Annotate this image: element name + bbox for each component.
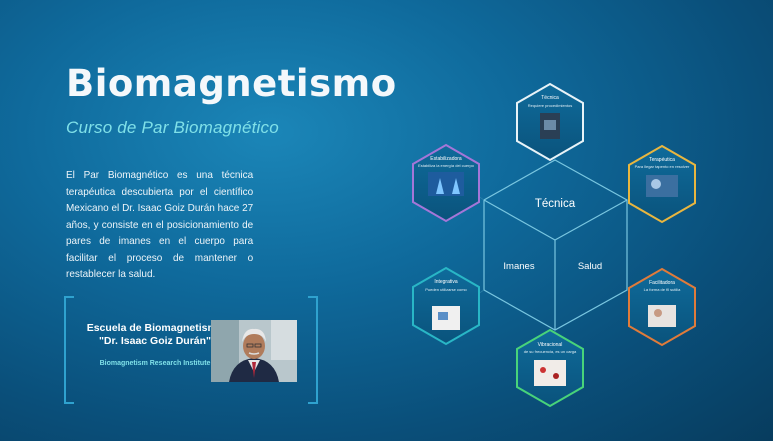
hex-vibracional[interactable]: Vibracional de su frecuencia, es un carg…: [516, 328, 584, 408]
cube-diagram: [483, 159, 628, 331]
hex-tecnica-title: Técnica: [541, 95, 559, 101]
hex-facilitadora-title: Facilitadora: [649, 280, 675, 286]
hex-tecnica[interactable]: Técnica Requiere procedimientos: [516, 82, 584, 162]
hex-facilitadora-caption: La forma de fil sutilia: [644, 287, 681, 292]
hex-terapeutica-caption: Para llegar tapento en resolver: [635, 164, 690, 169]
hex-terapeutica[interactable]: Terapéutica Para llegar tapento en resol…: [628, 144, 696, 224]
hex-vibracional-title: Vibracional: [538, 342, 563, 348]
hex-integrativa-title: Integrativa: [434, 279, 458, 285]
hex-tecnica-caption: Requiere procedimientos: [528, 103, 572, 108]
hex-facilitadora[interactable]: Facilitadora La forma de fil sutilia: [628, 267, 696, 347]
hex-vibracional-caption: de su frecuencia, es un carga: [524, 349, 577, 354]
hex-facilitadora-image: [648, 305, 676, 327]
hex-integrativa-caption: Pueden utilizarse como: [425, 287, 467, 292]
cube-label-imanes: Imanes: [503, 261, 534, 272]
biomagnetism-diagram: Técnica Imanes Salud Técnica Requiere pr…: [412, 82, 696, 408]
hex-terapeutica-title: Terapéutica: [649, 157, 675, 163]
hex-integrativa[interactable]: Integrativa Pueden utilizarse como: [412, 266, 480, 346]
cube-label-salud: Salud: [578, 261, 602, 272]
hex-vibracional-image: [534, 360, 566, 386]
hex-estabilizadora-title: Estabilizadora: [430, 156, 462, 162]
hex-terapeutica-image: [646, 175, 678, 197]
cube-label-tecnica: Técnica: [535, 198, 576, 210]
hex-estabilizadora-caption: Estabiliza la energía del cuerpo: [418, 163, 475, 168]
hex-estabilizadora[interactable]: Estabilizadora Estabiliza la energía del…: [412, 143, 480, 223]
